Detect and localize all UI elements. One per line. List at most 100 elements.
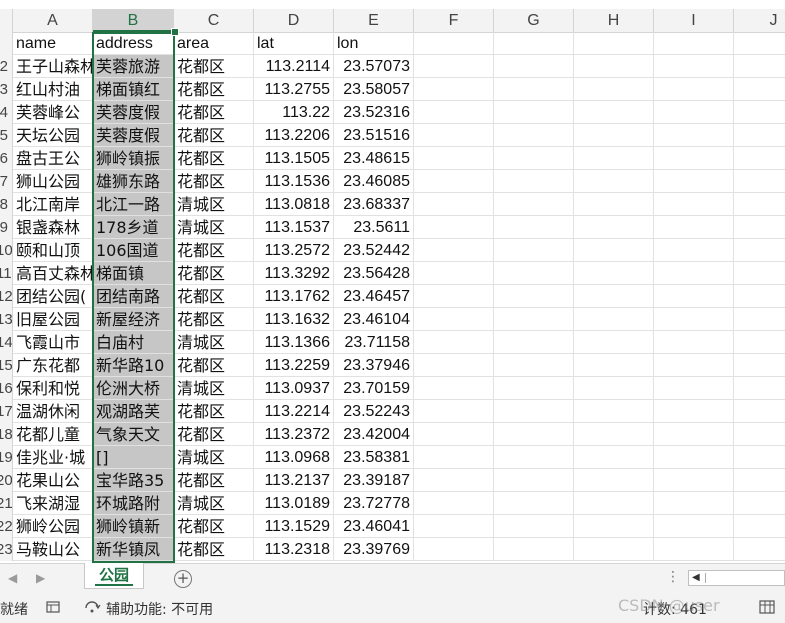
cell-empty[interactable] bbox=[494, 400, 574, 423]
cell-empty[interactable] bbox=[414, 400, 494, 423]
cell-lat[interactable]: 113.1505 bbox=[254, 147, 334, 170]
cell-empty[interactable] bbox=[734, 78, 785, 101]
cell-empty[interactable] bbox=[654, 239, 734, 262]
spreadsheet-grid[interactable]: A B C D E F G H I J name address area la… bbox=[0, 0, 785, 563]
cell-address[interactable]: [] bbox=[93, 446, 174, 469]
cell-empty[interactable] bbox=[494, 538, 574, 561]
cell-empty[interactable] bbox=[574, 377, 654, 400]
cell-empty[interactable] bbox=[734, 193, 785, 216]
row-number[interactable]: 11 bbox=[0, 262, 13, 285]
cell-lat[interactable]: 113.1537 bbox=[254, 216, 334, 239]
cell-empty[interactable] bbox=[574, 193, 654, 216]
next-sheet-icon[interactable]: ▶ bbox=[36, 571, 45, 585]
column-header-a[interactable]: A bbox=[13, 9, 93, 32]
cell-name[interactable]: 花都儿童 bbox=[13, 423, 93, 446]
cell-empty[interactable] bbox=[494, 308, 574, 331]
cell-empty[interactable] bbox=[574, 239, 654, 262]
cell-empty[interactable] bbox=[414, 239, 494, 262]
row-number[interactable]: 2 bbox=[0, 55, 13, 78]
cell-lon[interactable]: 23.52442 bbox=[334, 239, 414, 262]
cell-empty[interactable] bbox=[734, 262, 785, 285]
cell-empty[interactable] bbox=[574, 124, 654, 147]
cell-address-header[interactable]: address bbox=[93, 32, 174, 55]
cell-area[interactable]: 花都区 bbox=[174, 55, 254, 78]
cell-empty[interactable] bbox=[494, 423, 574, 446]
cell-empty[interactable] bbox=[414, 193, 494, 216]
row-number[interactable]: 13 bbox=[0, 308, 13, 331]
cell-empty[interactable] bbox=[654, 331, 734, 354]
cell-name[interactable]: 花果山公 bbox=[13, 469, 93, 492]
cell-lon[interactable]: 23.5611 bbox=[334, 216, 414, 239]
cell-lon-header[interactable]: lon bbox=[334, 32, 414, 55]
cell-empty[interactable] bbox=[574, 78, 654, 101]
cell-empty[interactable] bbox=[414, 262, 494, 285]
accessibility-status[interactable]: 辅助功能: 不可用 bbox=[106, 599, 213, 619]
cell-lat[interactable]: 113.2372 bbox=[254, 423, 334, 446]
cell-empty[interactable] bbox=[574, 469, 654, 492]
column-header-d[interactable]: D bbox=[254, 9, 334, 32]
cell-empty[interactable] bbox=[414, 469, 494, 492]
cell-empty[interactable] bbox=[654, 400, 734, 423]
cell-area[interactable]: 清城区 bbox=[174, 193, 254, 216]
row-number[interactable]: 3 bbox=[0, 78, 13, 101]
cell-area[interactable]: 花都区 bbox=[174, 78, 254, 101]
cell-lon[interactable]: 23.71158 bbox=[334, 331, 414, 354]
cell-lon[interactable]: 23.39187 bbox=[334, 469, 414, 492]
cell-area[interactable]: 花都区 bbox=[174, 239, 254, 262]
cell-empty[interactable] bbox=[734, 170, 785, 193]
cell-empty[interactable] bbox=[654, 124, 734, 147]
add-sheet-icon[interactable]: + bbox=[174, 570, 192, 588]
cell-empty[interactable] bbox=[574, 55, 654, 78]
cell-empty[interactable] bbox=[494, 377, 574, 400]
cell-empty[interactable] bbox=[734, 400, 785, 423]
column-header-e[interactable]: E bbox=[334, 9, 414, 32]
cell-name[interactable]: 狮岭公园 bbox=[13, 515, 93, 538]
cell-lat[interactable]: 113.0937 bbox=[254, 377, 334, 400]
cell-address[interactable]: 团结南路 bbox=[93, 285, 174, 308]
cell-lon[interactable]: 23.39769 bbox=[334, 538, 414, 561]
cell-empty[interactable] bbox=[414, 538, 494, 561]
cell-empty[interactable] bbox=[494, 147, 574, 170]
cell-lat[interactable]: 113.2214 bbox=[254, 400, 334, 423]
cell-empty[interactable] bbox=[414, 55, 494, 78]
cell-empty[interactable] bbox=[654, 147, 734, 170]
cell-name-header[interactable]: name bbox=[13, 32, 93, 55]
column-header-i[interactable]: I bbox=[654, 9, 734, 32]
horizontal-scrollbar[interactable]: ◀ bbox=[688, 570, 785, 586]
cell-lat[interactable]: 113.2572 bbox=[254, 239, 334, 262]
cell-empty[interactable] bbox=[734, 216, 785, 239]
cell-empty[interactable] bbox=[734, 492, 785, 515]
normal-view-icon[interactable] bbox=[759, 600, 775, 614]
cell-empty[interactable] bbox=[414, 170, 494, 193]
fill-handle[interactable] bbox=[171, 28, 179, 36]
cell-area[interactable]: 清城区 bbox=[174, 492, 254, 515]
cell-empty[interactable] bbox=[654, 216, 734, 239]
cell-address[interactable]: 178乡道 bbox=[93, 216, 174, 239]
cell-empty[interactable] bbox=[494, 124, 574, 147]
cell-empty[interactable] bbox=[734, 32, 785, 55]
cell-empty[interactable] bbox=[414, 78, 494, 101]
cell-name[interactable]: 保利和悦 bbox=[13, 377, 93, 400]
cell-address[interactable]: 环城路附 bbox=[93, 492, 174, 515]
cell-address[interactable]: 106国道 bbox=[93, 239, 174, 262]
cell-empty[interactable] bbox=[734, 377, 785, 400]
cell-lat[interactable]: 113.0189 bbox=[254, 492, 334, 515]
cell-lon[interactable]: 23.37946 bbox=[334, 354, 414, 377]
cell-name[interactable]: 芙蓉峰公 bbox=[13, 101, 93, 124]
cell-empty[interactable] bbox=[414, 285, 494, 308]
cell-lon[interactable]: 23.70159 bbox=[334, 377, 414, 400]
cell-empty[interactable] bbox=[574, 331, 654, 354]
cell-name[interactable]: 颐和山顶 bbox=[13, 239, 93, 262]
cell-empty[interactable] bbox=[494, 354, 574, 377]
cell-lat[interactable]: 113.2259 bbox=[254, 354, 334, 377]
row-number[interactable]: 6 bbox=[0, 147, 13, 170]
cell-empty[interactable] bbox=[654, 446, 734, 469]
cell-empty[interactable] bbox=[654, 423, 734, 446]
scroll-left-icon[interactable]: ◀ bbox=[692, 572, 700, 583]
cell-address[interactable]: 芙蓉度假 bbox=[93, 101, 174, 124]
cell-lon[interactable]: 23.42004 bbox=[334, 423, 414, 446]
cell-name[interactable]: 王子山森林 bbox=[13, 55, 93, 78]
cell-empty[interactable] bbox=[734, 285, 785, 308]
cell-lon[interactable]: 23.56428 bbox=[334, 262, 414, 285]
cell-empty[interactable] bbox=[414, 446, 494, 469]
